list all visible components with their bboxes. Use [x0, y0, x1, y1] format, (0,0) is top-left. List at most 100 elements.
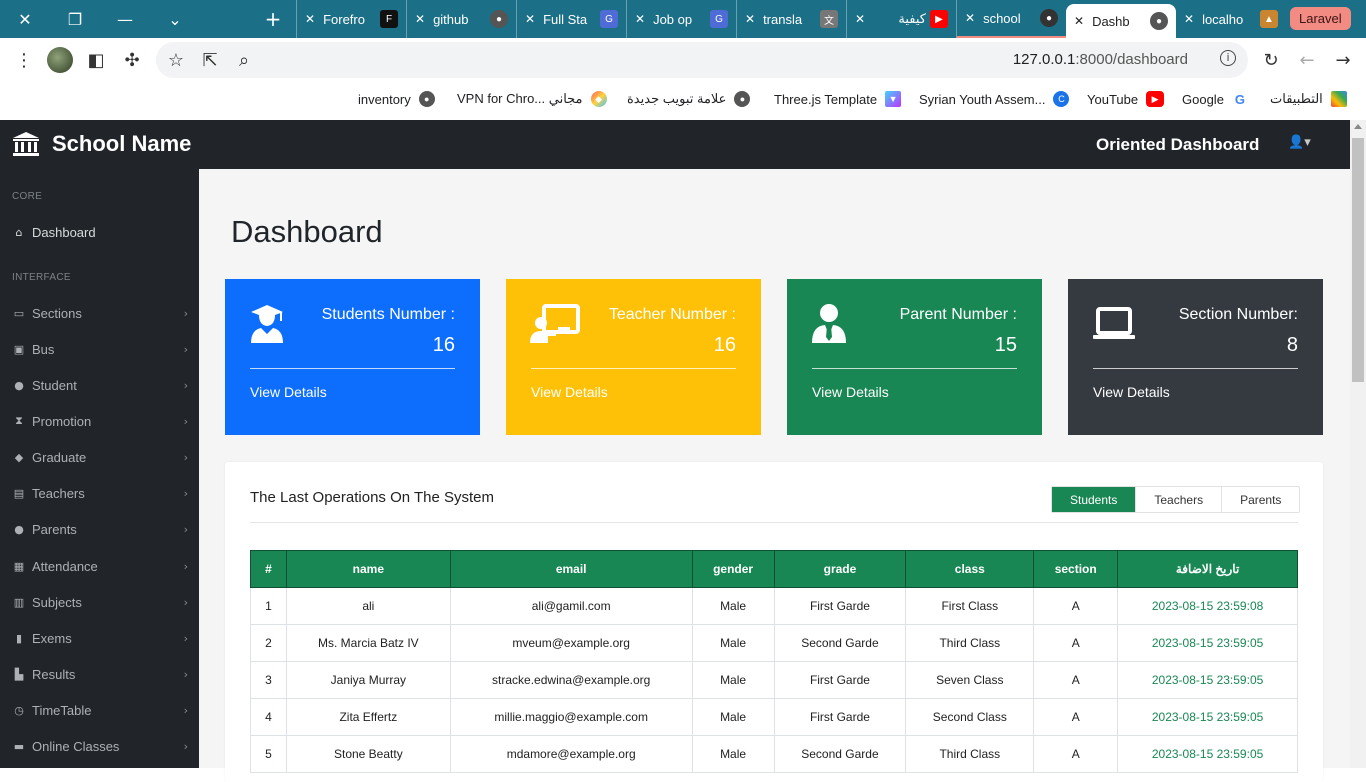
close-tab-icon[interactable]: ✕ [415, 12, 425, 26]
parents-count-card: Parent Number : 15 View Details [787, 279, 1042, 435]
minimize-window-icon[interactable]: — [100, 0, 150, 38]
table-row[interactable]: 2 Ms. Marcia Batz IV mveum@example.org M… [250, 624, 1298, 662]
zoom-search-icon[interactable]: ⌕ [226, 42, 262, 78]
share-icon[interactable]: ⇱ [192, 42, 228, 78]
sidebar-item-teachers[interactable]: ▤ Teachers › [12, 483, 188, 503]
brand[interactable]: School Name [12, 131, 191, 157]
close-tab-icon[interactable]: ✕ [1074, 14, 1084, 28]
card-value: 8 [1286, 334, 1298, 356]
sidebar-item-exems[interactable]: ▮ Exems › [12, 628, 188, 648]
view-details-link[interactable]: View Details [1093, 384, 1170, 400]
table-row[interactable]: 1 ali ali@gamil.com Male First Garde Fir… [250, 587, 1298, 625]
sidebar-item-results[interactable]: ▙ Results › [12, 664, 188, 684]
home-icon: ⌂ [15, 225, 23, 239]
tab-group-chip[interactable]: Laravel [1290, 7, 1351, 30]
browser-tab[interactable]: ✕ كيفية ▶ [846, 0, 956, 38]
table-row[interactable]: 5 Stone Beatty mdamore@example.org Male … [250, 735, 1298, 773]
reload-icon[interactable]: ↻ [1253, 42, 1289, 78]
browser-tab[interactable]: ✕ transla 文 [736, 0, 846, 38]
bookmark-threejs[interactable]: Three.js Template ▼ [774, 91, 902, 107]
column-header[interactable]: # [250, 550, 287, 588]
bookmarks-bar: التطبيقات Google G YouTube ▶ Syrian Youth … [0, 82, 1366, 120]
column-header[interactable]: grade [773, 550, 907, 588]
page-scrollbar[interactable] [1350, 120, 1366, 768]
chevron-right-icon: › [183, 486, 188, 500]
scroll-up-arrow-icon[interactable] [1354, 124, 1362, 129]
bookmark-youtube[interactable]: YouTube ▶ [1087, 91, 1165, 107]
close-window-icon[interactable]: ✕ [0, 0, 50, 38]
sidebar-item-subjects[interactable]: ▥ Subjects › [12, 592, 188, 612]
browser-tab[interactable]: ✕ Full Sta G [516, 0, 626, 38]
sidebar-item-dashboard[interactable]: ⌂ Dashboard [12, 222, 188, 242]
column-header[interactable]: gender [691, 550, 775, 588]
url-text[interactable]: 127.0.0.1:8000/dashboard [1013, 51, 1188, 68]
bookmark-syrian-youth[interactable]: Syrian Youth Assem... C [919, 91, 1070, 107]
cell-section: A [1033, 661, 1119, 699]
bookmark-new-tab[interactable]: علامة تبويب جديدة ● [627, 91, 751, 107]
close-tab-icon[interactable]: ✕ [965, 11, 975, 25]
sidebar-item-promotion[interactable]: ⧗ Promotion › [12, 411, 188, 431]
close-tab-icon[interactable]: ✕ [525, 12, 535, 26]
extensions-puzzle-icon[interactable]: ✣ [114, 42, 150, 78]
view-details-link[interactable]: View Details [531, 384, 608, 400]
sidebar-item-student[interactable]: ● Student › [12, 375, 188, 395]
user-menu-dropdown[interactable]: 👤▾ [1288, 135, 1311, 150]
column-header[interactable]: class [905, 550, 1035, 588]
close-tab-icon[interactable]: ✕ [745, 12, 755, 26]
table-row[interactable]: 3 Janiya Murray stracke.edwina@example.o… [250, 661, 1298, 699]
sidebar-item-label: Promotion [32, 413, 92, 429]
browser-tab[interactable]: ✕ github ● [406, 0, 516, 38]
card-divider [531, 368, 736, 369]
new-tab-button[interactable]: + [258, 0, 288, 38]
browser-tab[interactable]: ✕ Job op G [626, 0, 736, 38]
tab-parents[interactable]: Parents [1221, 487, 1299, 512]
profile-avatar[interactable] [42, 42, 78, 78]
column-header[interactable]: name [285, 550, 451, 588]
close-tab-icon[interactable]: ✕ [305, 12, 315, 26]
bookmark-google[interactable]: Google G [1182, 91, 1248, 107]
browser-tab[interactable]: ✕ Forefro F [296, 0, 406, 38]
site-info-icon[interactable]: i [1220, 50, 1236, 66]
address-bar[interactable]: ☆ ⇱ ⌕ 127.0.0.1:8000/dashboard i [156, 42, 1248, 78]
browser-tab[interactable]: ✕ school ● [956, 0, 1066, 38]
restore-window-icon[interactable]: ❐ [50, 0, 100, 38]
sidebar-item-sections[interactable]: ▭ Sections › [12, 303, 188, 323]
bookmark-apps[interactable]: التطبيقات [1270, 91, 1347, 107]
table-row[interactable]: 4 Zita Effertz millie.maggio@example.com… [250, 698, 1298, 736]
tab-teachers[interactable]: Teachers [1135, 487, 1221, 512]
sidebar-item-parents[interactable]: ● Parents › [12, 519, 188, 539]
back-arrow-icon[interactable]: ← [1289, 42, 1325, 78]
bookmark-inventory[interactable]: inventory ● [358, 91, 435, 107]
cell-name: Stone Beatty [285, 735, 451, 773]
close-tab-icon[interactable]: ✕ [855, 12, 865, 26]
bookmark-vpn[interactable]: VPN for Chro... مجاني ◆ [457, 91, 607, 107]
column-header[interactable]: email [449, 550, 693, 588]
browser-tab[interactable]: ✕ localho ▲ [1176, 0, 1286, 38]
view-details-link[interactable]: View Details [812, 384, 889, 400]
sidebar-item-label: Teachers [32, 485, 85, 501]
browser-tab-strip: ✕ ❐ — ⌄ + ✕ Forefro F ✕ github ● ✕ Full Sta G … [0, 0, 1366, 38]
view-details-link[interactable]: View Details [250, 384, 327, 400]
sidebar-item-graduate[interactable]: ◆ Graduate › [12, 447, 188, 467]
close-tab-icon[interactable]: ✕ [635, 12, 645, 26]
tab-search-chevron-icon[interactable]: ⌄ [150, 0, 200, 38]
menu-dots-icon[interactable]: ⋮ [6, 42, 42, 78]
cell-gender: Male [691, 698, 775, 736]
user-icon: 👤 [1288, 135, 1305, 150]
browser-tab-active[interactable]: ✕ Dashb ● [1066, 4, 1176, 38]
close-tab-icon[interactable]: ✕ [1184, 12, 1194, 26]
tab-students[interactable]: Students [1052, 487, 1136, 512]
sidebar-item-bus[interactable]: ▣ Bus › [12, 339, 188, 359]
chevron-right-icon: › [183, 342, 188, 356]
sidebar-item-label: Attendance [32, 558, 98, 574]
scrollbar-thumb[interactable] [1352, 138, 1364, 382]
sidebar-item-attendance[interactable]: ▦ Attendance › [12, 556, 188, 576]
column-header[interactable]: تاريخ الاضافة [1117, 550, 1298, 588]
sidebar-item-online-classes[interactable]: ▬ Online Classes › [12, 736, 188, 756]
side-panel-icon[interactable]: ◧ [78, 42, 114, 78]
bookmark-star-icon[interactable]: ☆ [158, 42, 194, 78]
forward-arrow-icon[interactable]: → [1325, 42, 1361, 78]
column-header[interactable]: section [1033, 550, 1119, 588]
cell-name: Zita Effertz [285, 698, 451, 736]
sidebar-item-timetable[interactable]: ◷ TimeTable › [12, 700, 188, 720]
